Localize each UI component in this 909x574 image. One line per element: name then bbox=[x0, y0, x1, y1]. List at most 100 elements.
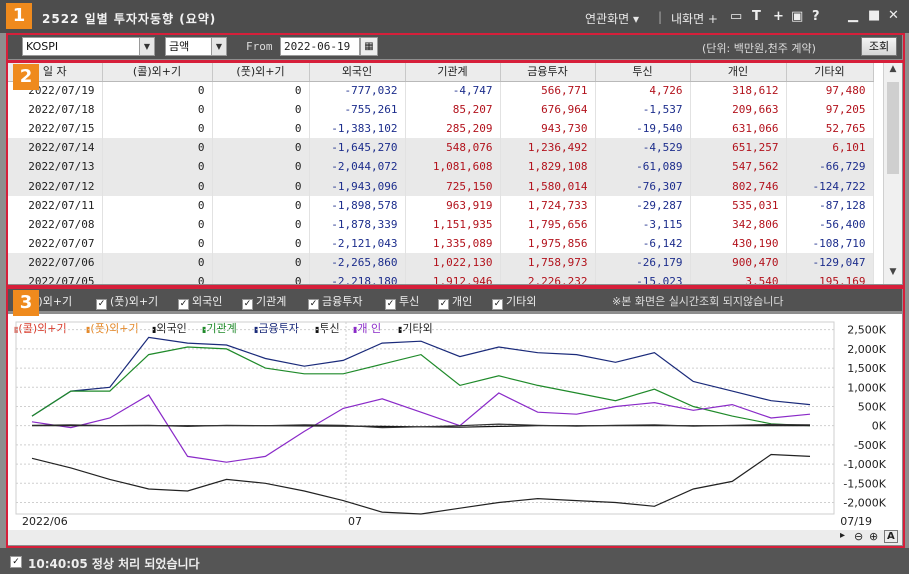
table-row[interactable]: 2022/07/08 0 0 -1,878,339 1,151,935 1,795,656… bbox=[8, 214, 874, 234]
scroll-up-icon[interactable]: ▲ bbox=[884, 64, 902, 80]
date-cell: 2022/07/14 bbox=[8, 138, 103, 158]
value-cell: -777,032 bbox=[309, 81, 406, 101]
toggle-trust[interactable]: ✓ 투신 bbox=[385, 293, 419, 310]
table-row[interactable]: 2022/07/12 0 0 -1,943,096 725,150 1,580,014 -7… bbox=[8, 176, 874, 196]
calendar-icon[interactable]: ▦ bbox=[360, 37, 378, 56]
value-cell: -66,729 bbox=[786, 157, 874, 177]
x-tick-label: 07/19 bbox=[840, 515, 872, 528]
checkbox-checked-icon[interactable]: ✓ bbox=[385, 299, 396, 310]
related-screen-menu[interactable]: 연관화면 ▾ bbox=[585, 10, 639, 27]
minimize-icon[interactable]: ▁ bbox=[848, 8, 858, 23]
value-cell: 52,765 bbox=[786, 119, 874, 139]
table-row[interactable]: 2022/07/11 0 0 -1,898,578 963,919 1,724,733 -2… bbox=[8, 195, 874, 215]
column-header[interactable]: (콜)외+기 bbox=[102, 62, 213, 82]
column-header[interactable]: 금융투자 bbox=[500, 62, 596, 82]
table-row[interactable]: 2022/07/15 0 0 -1,383,102 285,209 943,730 -19,… bbox=[8, 119, 874, 139]
query-button[interactable]: 조회 bbox=[861, 37, 897, 56]
value-cell: 0 bbox=[212, 100, 310, 120]
date-cell: 2022/07/05 bbox=[8, 271, 103, 284]
measure-select[interactable]: 금액 ▼ bbox=[165, 37, 227, 56]
value-cell: 85,207 bbox=[405, 100, 501, 120]
investor-table: 일 자 (콜)외+기 (풋)외+기 외국인 기관계 금융투자 투신 개인 기타외 2022/07… bbox=[8, 62, 902, 284]
date-cell: 2022/07/13 bbox=[8, 157, 103, 177]
add-icon[interactable]: + bbox=[773, 9, 784, 24]
my-screen-menu[interactable]: 내화면 + bbox=[671, 10, 718, 27]
checkbox-checked-icon[interactable]: ✓ bbox=[492, 299, 503, 310]
value-cell: 0 bbox=[102, 100, 213, 120]
toggle-institution-label: 기관계 bbox=[256, 295, 287, 308]
value-cell: 430,190 bbox=[690, 233, 787, 253]
column-header[interactable]: (풋)외+기 bbox=[212, 62, 310, 82]
value-cell: 1,795,656 bbox=[500, 214, 596, 234]
checkbox-checked-icon[interactable]: ✓ bbox=[242, 299, 253, 310]
value-cell: 0 bbox=[102, 195, 213, 215]
table-row[interactable]: 2022/07/13 0 0 -2,044,072 1,081,608 1,829,108… bbox=[8, 157, 874, 177]
auto-scale-icon[interactable]: A bbox=[884, 530, 898, 543]
scroll-down-icon[interactable]: ▼ bbox=[884, 267, 902, 283]
value-cell: -124,722 bbox=[786, 176, 874, 196]
help-icon[interactable]: ? bbox=[812, 9, 820, 24]
monitor-icon[interactable]: ▭ bbox=[730, 9, 742, 24]
column-header[interactable]: 투신 bbox=[595, 62, 691, 82]
checkbox-checked-icon[interactable]: ✓ bbox=[308, 299, 319, 310]
value-cell: 1,081,608 bbox=[405, 157, 501, 177]
table-row[interactable]: 2022/07/18 0 0 -755,261 85,207 676,964 -1,537 2… bbox=[8, 100, 874, 120]
checkbox-checked-icon[interactable]: ✓ bbox=[96, 299, 107, 310]
toggle-institution[interactable]: ✓ 기관계 bbox=[242, 293, 286, 310]
print-icon[interactable]: ▣ bbox=[791, 9, 803, 24]
checkbox-checked-icon[interactable]: ✓ bbox=[438, 299, 449, 310]
checkbox-checked-icon[interactable]: ✓ bbox=[10, 556, 22, 568]
table-row[interactable]: 2022/07/14 0 0 -1,645,270 548,076 1,236,492 -4… bbox=[8, 138, 874, 158]
table-row[interactable]: 2022/07/07 0 0 -2,121,043 1,335,089 1,975,856… bbox=[8, 233, 874, 253]
date-cell: 2022/07/06 bbox=[8, 252, 103, 272]
value-cell: 0 bbox=[212, 214, 310, 234]
toggle-foreign-label: 외국인 bbox=[192, 295, 223, 308]
column-header[interactable]: 기관계 bbox=[405, 62, 501, 82]
series-line bbox=[31, 392, 811, 463]
toggle-individual[interactable]: ✓ 개인 bbox=[438, 293, 472, 310]
close-icon[interactable]: ✕ bbox=[888, 8, 899, 23]
value-cell: -755,261 bbox=[309, 100, 406, 120]
maximize-icon[interactable]: ■ bbox=[868, 8, 880, 23]
chart-scrollbar[interactable]: ▸ ⊖ ⊕ A bbox=[8, 530, 902, 545]
column-header[interactable]: 외국인 bbox=[309, 62, 406, 82]
value-cell: -108,710 bbox=[786, 233, 874, 253]
toggle-put-label: (풋)외+기 bbox=[110, 295, 159, 308]
value-cell: -15,023 bbox=[595, 271, 691, 284]
chevron-down-icon[interactable]: ▼ bbox=[211, 38, 226, 55]
column-header[interactable]: 개인 bbox=[690, 62, 787, 82]
toggle-put[interactable]: ✓ (풋)외+기 bbox=[96, 293, 158, 310]
market-select[interactable]: KOSPI ▼ bbox=[22, 37, 155, 56]
column-header[interactable]: 기타외 bbox=[786, 62, 874, 82]
table-row[interactable]: 2022/07/06 0 0 -2,265,860 1,022,130 1,758,973… bbox=[8, 252, 874, 272]
value-cell: -87,128 bbox=[786, 195, 874, 215]
value-cell: 963,919 bbox=[405, 195, 501, 215]
table-header-row: 일 자 (콜)외+기 (풋)외+기 외국인 기관계 금융투자 투신 개인 기타외 bbox=[8, 62, 874, 82]
y-tick-label: -2,000K bbox=[843, 496, 886, 509]
chevron-down-icon[interactable]: ▼ bbox=[139, 38, 154, 55]
value-cell: -26,179 bbox=[595, 252, 691, 272]
zoom-in-icon[interactable]: ⊕ bbox=[869, 530, 878, 543]
value-cell: 1,335,089 bbox=[405, 233, 501, 253]
value-cell: 0 bbox=[102, 138, 213, 158]
scroll-thumb[interactable] bbox=[887, 82, 899, 174]
investor-chart: ▮(콜)외+기▮(풋)외+기▮외국인▮기관계▮금융투자▮투신▮개 인▮기타외 2… bbox=[8, 314, 902, 545]
x-tick-label: 07 bbox=[348, 515, 362, 528]
toggle-other[interactable]: ✓ 기타외 bbox=[492, 293, 536, 310]
value-cell: 2,226,232 bbox=[500, 271, 596, 284]
section-badge-1: 1 bbox=[6, 3, 32, 29]
text-icon[interactable]: T bbox=[752, 9, 761, 24]
toggle-foreign[interactable]: ✓ 외국인 bbox=[178, 293, 222, 310]
measure-select-value: 금액 bbox=[169, 40, 190, 53]
zoom-out-icon[interactable]: ⊖ bbox=[854, 530, 863, 543]
value-cell: 547,562 bbox=[690, 157, 787, 177]
table-row[interactable]: 2022/07/05 0 0 -2,218,180 1,912,946 2,226,232… bbox=[8, 271, 874, 284]
value-cell: 1,975,856 bbox=[500, 233, 596, 253]
from-date-input[interactable]: 2022-06-19 bbox=[280, 37, 360, 56]
value-cell: 97,480 bbox=[786, 81, 874, 101]
table-row[interactable]: 2022/07/19 0 0 -777,032 -4,747 566,771 4,726 31… bbox=[8, 81, 874, 101]
scroll-right-icon[interactable]: ▸ bbox=[840, 530, 845, 541]
vertical-scrollbar[interactable]: ▲ ▼ bbox=[883, 62, 902, 284]
checkbox-checked-icon[interactable]: ✓ bbox=[178, 299, 189, 310]
toggle-financial[interactable]: ✓ 금융투자 bbox=[308, 293, 362, 310]
